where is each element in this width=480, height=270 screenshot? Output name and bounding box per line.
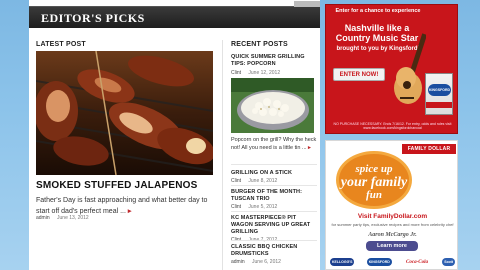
recent-post-meta: Clint June 5, 2012	[231, 204, 317, 210]
family-dollar-ad[interactable]: FAMILY DOLLAR spice up your family fun V…	[325, 140, 458, 270]
popcorn-photo	[231, 78, 314, 133]
visit-text[interactable]: Visit FamilyDollar.com	[330, 213, 455, 220]
recent-post-item[interactable]: GRILLING ON A STICK Clint June 8, 2012	[231, 170, 317, 184]
latest-post-excerpt-text: Father's Day is fast approaching and wha…	[36, 197, 208, 215]
badge-line-1: spice up	[355, 163, 393, 175]
recent-post-date: June 8, 2012	[248, 178, 278, 184]
latest-post-image[interactable]	[36, 51, 213, 175]
latest-post-meta: admin June 13, 2012	[36, 215, 89, 221]
spice-up-badge: spice up your family fun	[336, 151, 412, 209]
recent-post-date: June 6, 2012	[252, 259, 281, 265]
recent-post-item[interactable]: KC MASTERPIECE® PIT WAGON SERVING UP GRE…	[231, 215, 317, 243]
guitar-icon	[394, 33, 426, 104]
family-dollar-logo: FAMILY DOLLAR	[402, 144, 456, 154]
read-more-arrow-icon[interactable]: ▸	[308, 145, 311, 151]
recent-post-meta: admin June 6, 2012	[231, 259, 317, 265]
recent-post-title[interactable]: KC MASTERPIECE® PIT WAGON SERVING UP GRE…	[231, 215, 317, 236]
visit-subtext: for summer party tips, exclusive recipes…	[331, 222, 454, 227]
recent-post-author[interactable]: admin	[231, 259, 245, 265]
recent-post-author[interactable]: Clint	[231, 204, 241, 210]
recent-post-meta: Clint June 8, 2012	[231, 178, 317, 184]
recent-post-item[interactable]: BURGER OF THE MONTH: TUSCAN TRIO Clint J…	[231, 189, 317, 210]
bag-stripe	[426, 102, 452, 108]
latest-post-date: June 13, 2012	[57, 215, 89, 221]
recent-post-meta: Clint June 12, 2012	[231, 70, 317, 76]
main-content: EDITOR'S PICKS LATEST POST SMOKED STUFFE…	[29, 0, 320, 270]
brand-logo: Coca-Cola	[404, 257, 430, 267]
recent-divider	[231, 164, 317, 165]
recent-post-excerpt: Popcorn on the grill? Why the heck not! …	[231, 136, 319, 152]
brand-logo: Scott	[442, 258, 455, 266]
jalapeno-photo	[36, 51, 213, 175]
recent-post-item[interactable]: CLASSIC BBQ CHICKEN DRUMSTICKS admin Jun…	[231, 244, 317, 265]
bag-logo: KINGSFORD	[428, 84, 451, 96]
recent-post-title[interactable]: CLASSIC BBQ CHICKEN DRUMSTICKS	[231, 244, 317, 258]
recent-divider	[231, 211, 317, 212]
recent-posts-heading: RECENT POSTS	[231, 41, 288, 48]
popcorn-thumbnail[interactable]	[231, 78, 314, 133]
recent-post-title[interactable]: BURGER OF THE MONTH: TUSCAN TRIO	[231, 189, 317, 203]
enter-now-button[interactable]: ENTER NOW!	[333, 68, 385, 81]
latest-post-title[interactable]: SMOKED STUFFED JALAPENOS	[36, 180, 216, 191]
brand-logos: KELLOGG'S KINGSFORD Coca-Cola Scott	[330, 255, 455, 269]
latest-post-excerpt: Father's Day is fast approaching and wha…	[36, 195, 218, 217]
recent-post-date: June 12, 2012	[248, 70, 281, 76]
badge-line-2: your family	[340, 175, 408, 190]
recent-post-author[interactable]: Clint	[231, 178, 241, 184]
latest-post-heading: LATEST POST	[36, 41, 86, 48]
editors-picks-title: EDITOR'S PICKS	[41, 11, 145, 25]
ad-headline: Enter for a chance to experience	[335, 8, 421, 14]
brand-logo: KELLOGG'S	[330, 258, 355, 266]
recent-post-item[interactable]: QUICK SUMMER GRILLING TIPS: POPCORN Clin…	[231, 54, 317, 76]
kingsford-ad[interactable]: Enter for a chance to experience Nashvil…	[325, 4, 458, 134]
badge-line-3: fun	[366, 189, 382, 201]
recent-post-author[interactable]: Clint	[231, 70, 241, 76]
latest-post-author[interactable]: admin	[36, 215, 50, 221]
chef-signature: Aaron McCargo Jr.	[368, 232, 417, 238]
recent-divider	[231, 240, 317, 241]
read-more-arrow-icon[interactable]: ▸	[128, 208, 132, 215]
charcoal-bag: KINGSFORD	[425, 73, 453, 115]
learn-more-button[interactable]: Learn more	[366, 241, 418, 251]
editors-picks-bar: EDITOR'S PICKS	[29, 1, 320, 28]
ad-fine-print: NO PURCHASE NECESSARY. Ends 7/16/12. For…	[333, 122, 452, 130]
recent-post-date: June 5, 2012	[248, 204, 278, 210]
recent-divider	[231, 185, 317, 186]
recent-post-title[interactable]: GRILLING ON A STICK	[231, 170, 317, 177]
recent-post-excerpt-text: Popcorn on the grill? Why the heck not! …	[231, 137, 317, 151]
recent-post-title[interactable]: QUICK SUMMER GRILLING TIPS: POPCORN	[231, 54, 317, 68]
brand-logo: KINGSFORD	[366, 258, 392, 266]
scroll-tab[interactable]	[294, 1, 320, 7]
column-divider	[222, 40, 223, 270]
